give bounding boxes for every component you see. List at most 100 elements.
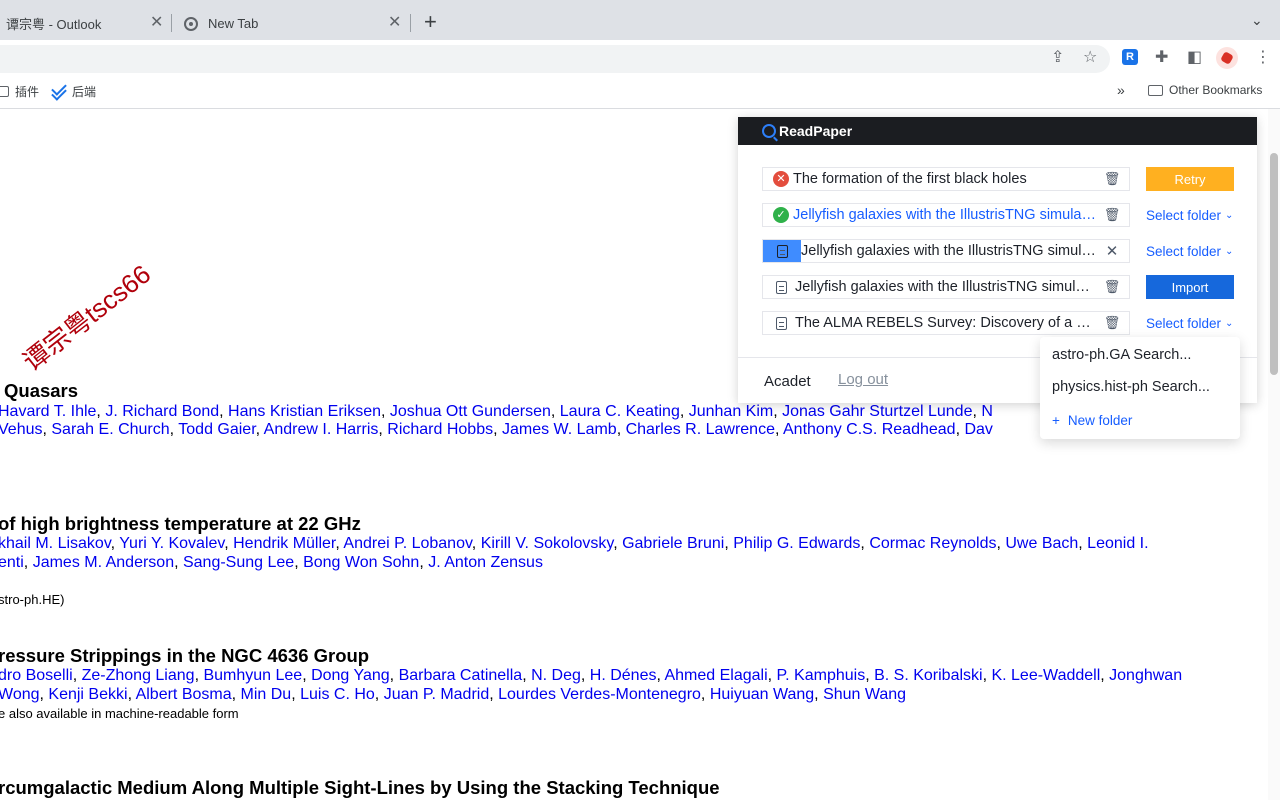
author-link[interactable]: Havard T. Ihle (0, 403, 96, 420)
author-link[interactable]: Philip G. Edwards (733, 535, 860, 552)
author-link[interactable]: Sang-Sung Lee (183, 554, 294, 571)
author-link[interactable]: Anthony C.S. Readhead (783, 421, 956, 438)
avatar[interactable] (1216, 47, 1238, 69)
bookmark-plugins[interactable]: 插件 (0, 83, 39, 100)
trash-icon[interactable]: 🗑 (1103, 279, 1121, 295)
author-link[interactable]: J. Richard Bond (105, 403, 219, 420)
author-link[interactable]: Uwe Bach (1005, 535, 1078, 552)
author-link[interactable]: Shun Wang (823, 686, 906, 703)
author-link[interactable]: Jonghwan (1109, 667, 1182, 684)
entry-title[interactable]: rcumgalactic Medium Along Multiple Sight… (0, 777, 720, 799)
trash-icon[interactable]: 🗑 (1103, 315, 1121, 331)
author-link[interactable]: Andrei P. Lobanov (343, 535, 471, 552)
author-link[interactable]: Cormac Reynolds (869, 535, 996, 552)
author-link[interactable]: dro Boselli (0, 667, 73, 684)
author-link[interactable]: H. Dénes (590, 667, 657, 684)
import-button[interactable]: Import (1146, 275, 1234, 299)
select-folder-dropdown[interactable]: Select folder ⌄ (1146, 311, 1233, 335)
author-link[interactable]: Dav (964, 421, 992, 438)
author-link[interactable]: Ahmed Elagali (664, 667, 767, 684)
tab-outlook[interactable]: 谭宗粤 - Outlook ✕ (0, 7, 170, 40)
author-link[interactable]: N. Deg (531, 667, 581, 684)
author-link[interactable]: Kirill V. Sokolovsky (481, 535, 614, 552)
author-link[interactable]: Ze-Zhong Liang (82, 667, 195, 684)
author-link[interactable]: Hans Kristian Eriksen (228, 403, 381, 420)
entry-title[interactable]: Quasars (4, 380, 78, 402)
folder-dropdown-menu: astro-ph.GA Search... physics.hist-ph Se… (1040, 337, 1240, 439)
author-link[interactable]: Jonas Gahr Sturtzel Lunde (782, 403, 972, 420)
author-link[interactable]: Charles R. Lawrence (626, 421, 775, 438)
author-link[interactable]: Sarah E. Church (51, 421, 169, 438)
chevron-down-icon: ⌄ (1225, 317, 1234, 329)
readpaper-extension-icon[interactable]: R (1122, 49, 1138, 65)
tab-new-tab[interactable]: New Tab ✕ (184, 7, 410, 40)
close-icon[interactable]: ✕ (388, 15, 401, 31)
author-link[interactable]: K. Lee-Waddell (991, 667, 1100, 684)
trash-icon[interactable]: 🗑 (1103, 171, 1121, 187)
author-link[interactable]: Hendrik Müller (233, 535, 335, 552)
paper-name[interactable]: Jellyfish galaxies with the IllustrisTNG… (793, 207, 1097, 223)
author-link[interactable]: Wong (0, 686, 40, 703)
author-link[interactable]: B. S. Koribalski (874, 667, 982, 684)
author-link[interactable]: Dong Yang (311, 667, 390, 684)
author-link[interactable]: Albert Bosma (136, 686, 232, 703)
author-link[interactable]: Andrew I. Harris (264, 421, 379, 438)
author-link[interactable]: Bong Won Sohn (303, 554, 419, 571)
author-link[interactable]: Richard Hobbs (387, 421, 493, 438)
author-link[interactable]: Kenji Bekki (48, 686, 127, 703)
folder-icon (0, 86, 9, 97)
author-link[interactable]: Todd Gaier (178, 421, 255, 438)
tab-title: 谭宗粤 - Outlook (6, 17, 102, 32)
entry-title[interactable]: ressure Strippings in the NGC 4636 Group (0, 645, 369, 667)
author-link[interactable]: Lourdes Verdes-Montenegro (498, 686, 701, 703)
bookmark-backend[interactable]: 后端 (52, 83, 96, 100)
author-link[interactable]: Junhan Kim (689, 403, 774, 420)
author-link[interactable]: Barbara Catinella (399, 667, 523, 684)
brand-name: ReadPaper (779, 123, 853, 139)
bookmarks-overflow-button[interactable]: » (1117, 82, 1125, 98)
author-link[interactable]: Luis C. Ho (300, 686, 375, 703)
folder-option[interactable]: physics.hist-ph Search... (1052, 379, 1210, 395)
author-link[interactable]: Min Du (241, 686, 292, 703)
author-link[interactable]: James W. Lamb (502, 421, 617, 438)
paper-row: ✕ The formation of the first black holes… (762, 167, 1130, 191)
author-link[interactable]: Juan P. Madrid (384, 686, 490, 703)
author-link[interactable]: N (981, 403, 993, 420)
star-icon[interactable]: ☆ (1083, 48, 1097, 68)
author-link[interactable]: Leonid I. (1087, 535, 1148, 552)
author-link[interactable]: Bumhyun Lee (203, 667, 302, 684)
share-icon[interactable]: ⇪ (1051, 48, 1064, 68)
author-link[interactable]: Vehus (0, 421, 42, 438)
trash-icon[interactable]: 🗑 (1103, 207, 1121, 223)
puzzle-icon[interactable]: ✚ (1155, 48, 1168, 68)
select-folder-dropdown[interactable]: Select folder ⌄ (1146, 203, 1233, 227)
readpaper-logo-icon (762, 124, 776, 138)
chevron-down-icon: ⌄ (1225, 209, 1234, 221)
author-link[interactable]: James M. Anderson (33, 554, 174, 571)
select-folder-dropdown[interactable]: Select folder ⌄ (1146, 239, 1233, 263)
other-bookmarks[interactable]: Other Bookmarks (1148, 83, 1262, 97)
author-link[interactable]: Gabriele Bruni (622, 535, 724, 552)
close-icon[interactable]: ✕ (150, 15, 163, 31)
author-link[interactable]: Laura C. Keating (560, 403, 680, 420)
author-link[interactable]: khail M. Lisakov (0, 535, 111, 552)
address-bar[interactable] (0, 45, 1110, 73)
author-link[interactable]: J. Anton Zensus (428, 554, 543, 571)
side-panel-icon[interactable]: ◧ (1187, 48, 1202, 68)
cancel-icon[interactable]: ✕ (1103, 242, 1121, 260)
author-link[interactable]: Joshua Ott Gundersen (390, 403, 551, 420)
entry-title[interactable]: of high brightness temperature at 22 GHz (0, 513, 361, 535)
pdf-file-icon (776, 280, 787, 294)
logout-link[interactable]: Log out (838, 371, 888, 388)
author-link[interactable]: Huiyuan Wang (710, 686, 814, 703)
scrollbar-thumb[interactable] (1270, 153, 1278, 375)
retry-button[interactable]: Retry (1146, 167, 1234, 191)
new-tab-button[interactable]: + (424, 11, 437, 33)
author-link[interactable]: P. Kamphuis (777, 667, 866, 684)
folder-option[interactable]: astro-ph.GA Search... (1052, 347, 1191, 363)
author-link[interactable]: enti (0, 554, 24, 571)
tab-search-button[interactable]: ⌄ (1251, 12, 1263, 29)
menu-icon[interactable]: ⋮ (1255, 48, 1271, 68)
new-folder-button[interactable]: + New folder (1052, 413, 1132, 428)
author-link[interactable]: Yuri Y. Kovalev (119, 535, 224, 552)
